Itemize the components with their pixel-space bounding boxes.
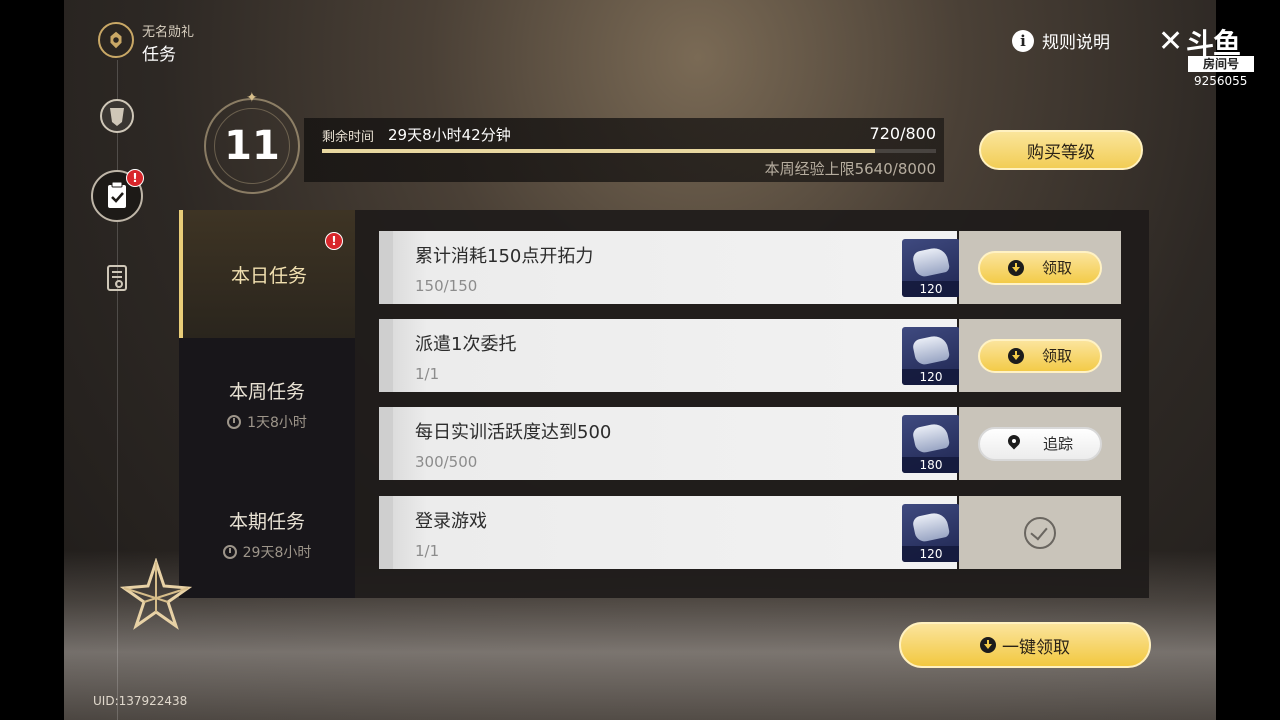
reward-item[interactable]: 120 (902, 327, 960, 385)
weekly-xp-cap: 本周经验上限5640/8000 (764, 160, 936, 178)
track-button[interactable]: 追踪 (978, 426, 1102, 461)
watermark-x-icon: ✕ (1158, 24, 1184, 59)
level-badge: ✦ 11 (204, 90, 300, 194)
stellar-jade-icon (911, 333, 951, 367)
task-name: 累计消耗150点开拓力 (415, 246, 594, 267)
stellar-jade-icon (911, 510, 951, 544)
xp-progress-fill (322, 149, 875, 153)
xp-progress-bar (322, 149, 936, 153)
remaining-time-value: 29天8小时42分钟 (388, 126, 511, 144)
buy-level-button[interactable]: 购买等级 (979, 130, 1143, 170)
star-icon: ✦ (246, 90, 258, 106)
task-row: 累计消耗150点开拓力 150/150 120 领取 (379, 231, 1121, 304)
xp-value: 720/800 (869, 124, 936, 143)
watermark-room-label: 房间号 (1188, 56, 1254, 72)
task-progress: 1/1 (415, 542, 440, 560)
tab-daily-badge: ! (325, 232, 343, 250)
page-title: 任务 (142, 45, 176, 65)
task-action-cell: 领取 (959, 319, 1121, 392)
claim-all-label: 一键领取 (1002, 637, 1070, 658)
info-icon: i (1012, 29, 1034, 52)
task-action-cell: 追踪 (959, 407, 1121, 480)
level-number: 11 (224, 123, 280, 169)
task-card: 每日实训活跃度达到500 300/500 180 (379, 407, 960, 480)
task-row: 派遣1次委托 1/1 120 领取 (379, 319, 1121, 392)
rules-label: 规则说明 (1042, 33, 1110, 53)
nav-divider-line (117, 60, 118, 720)
tab-weekly-time: 1天8小时 (227, 412, 307, 432)
task-progress: 150/150 (415, 277, 478, 295)
tab-period-time: 29天8小时 (222, 542, 312, 562)
watermark-room-id: 9256055 (1194, 74, 1248, 88)
tab-weekly-time-text: 1天8小时 (247, 414, 307, 431)
task-row: 登录游戏 1/1 120 (379, 496, 1121, 569)
nav-record-icon[interactable] (97, 258, 137, 298)
task-name: 每日实训活跃度达到500 (415, 422, 612, 443)
nav-tasks-icon[interactable]: ! (91, 169, 144, 222)
tab-daily-label: 本日任务 (230, 264, 307, 287)
checkmark-icon (1024, 516, 1056, 549)
location-pin-icon (1007, 435, 1021, 453)
nameless-honor-logo-icon (98, 22, 134, 58)
claim-label: 领取 (1041, 347, 1072, 365)
task-card: 登录游戏 1/1 120 (379, 496, 960, 569)
letterbox-right (1216, 0, 1280, 720)
stellar-jade-icon (911, 245, 951, 279)
claim-button[interactable]: 领取 (978, 250, 1102, 285)
task-progress: 1/1 (415, 365, 440, 383)
reward-item[interactable]: 120 (902, 504, 960, 562)
download-icon (1007, 347, 1024, 364)
xp-panel: 剩余时间 29天8小时42分钟 720/800 本周经验上限5640/8000 (304, 118, 944, 182)
header-subtitle: 无名勋礼 (142, 25, 195, 40)
crystal-star-icon (120, 558, 192, 630)
task-row: 每日实训活跃度达到500 300/500 180 追踪 (379, 407, 1121, 480)
clock-icon (222, 544, 237, 559)
task-card: 派遣1次委托 1/1 120 (379, 319, 960, 392)
remaining-time-label: 剩余时间 (322, 130, 375, 145)
stellar-jade-icon (911, 421, 951, 455)
reward-amount: 180 (902, 457, 960, 473)
task-action-cell (959, 496, 1121, 569)
task-progress: 300/500 (415, 453, 478, 471)
reward-amount: 120 (902, 281, 960, 297)
tab-period-label: 本期任务 (228, 510, 305, 533)
letterbox-left (0, 0, 64, 720)
user-id: UID:137922438 (93, 694, 188, 708)
claim-all-button[interactable]: 一键领取 (899, 622, 1151, 668)
task-action-cell: 领取 (959, 231, 1121, 304)
game-scene: 无名勋礼 任务 ! i 规则说明 ✦ 11 剩余时间 29天8小时42分钟 72… (64, 0, 1216, 720)
tab-period[interactable]: 本期任务 29天8小时 (179, 470, 355, 598)
download-icon (980, 637, 996, 653)
task-name: 派遣1次委托 (415, 334, 517, 355)
task-name: 登录游戏 (415, 511, 487, 532)
reward-amount: 120 (902, 546, 960, 562)
task-card: 累计消耗150点开拓力 150/150 120 (379, 231, 960, 304)
claim-button[interactable]: 领取 (978, 338, 1102, 373)
task-tabs: 本日任务 ! 本周任务 1天8小时 本期任务 29天8小时 (179, 210, 355, 598)
nav-tasks-badge: ! (126, 169, 144, 187)
rules-button[interactable]: i 规则说明 (1012, 28, 1110, 53)
reward-item[interactable]: 180 (902, 415, 960, 473)
download-icon (1007, 259, 1024, 276)
tab-weekly[interactable]: 本周任务 1天8小时 (179, 340, 355, 468)
reward-amount: 120 (902, 369, 960, 385)
clock-icon (227, 414, 242, 429)
tab-weekly-label: 本周任务 (228, 380, 305, 403)
tab-daily[interactable]: 本日任务 ! (179, 210, 355, 338)
nav-reward-icon[interactable] (97, 96, 137, 136)
claim-label: 领取 (1041, 259, 1072, 277)
tab-period-time-text: 29天8小时 (242, 544, 312, 561)
track-label: 追踪 (1042, 435, 1073, 453)
reward-item[interactable]: 120 (902, 239, 960, 297)
